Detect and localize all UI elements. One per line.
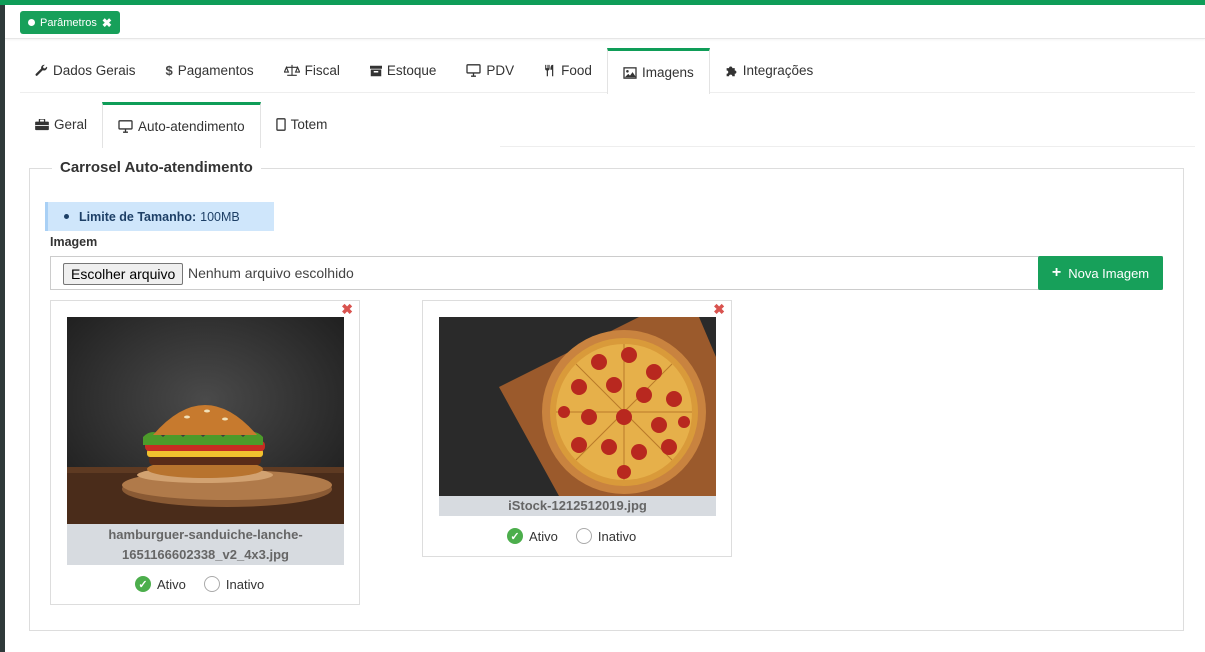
tab-label: Totem: [290, 117, 328, 132]
alert-value: 100MB: [200, 209, 240, 224]
image-icon: [623, 66, 637, 79]
status-dot-icon: [28, 19, 35, 26]
tab-pdv[interactable]: PDV: [451, 48, 529, 93]
radio-label-active: Ativo: [157, 576, 186, 592]
bullet-icon: [64, 214, 69, 219]
radio-unchecked-icon[interactable]: [575, 528, 592, 544]
plus-icon: +: [1051, 264, 1062, 281]
monitor-icon: [466, 64, 482, 77]
delete-icon[interactable]: ✖: [713, 301, 725, 318]
status-radio-group: ✓ Ativo Inativo: [135, 576, 264, 592]
image-caption: iStock-1212512019.jpg: [439, 496, 716, 516]
image-card: ✖ hamburguer-sanduiche-lanche-1651166602…: [50, 300, 360, 605]
radio-label-inactive: Inativo: [597, 528, 637, 544]
choose-file-button[interactable]: Escolher arquivo: [63, 263, 184, 285]
radio-label-inactive: Inativo: [225, 576, 265, 592]
delete-icon[interactable]: ✖: [341, 301, 353, 318]
tablet-icon: [275, 118, 286, 131]
tab-integracoes[interactable]: Integrações: [710, 48, 829, 93]
new-image-button[interactable]: + Nova Imagem: [1038, 256, 1163, 290]
close-icon[interactable]: ✖: [102, 16, 112, 30]
monitor-icon: [118, 120, 133, 133]
alert-label: Limite de Tamanho:: [79, 209, 197, 224]
tab-label: Integrações: [742, 63, 814, 78]
image-card: ✖ iStock-1212512019.jpg ✓ Ativo Inativo: [422, 300, 732, 557]
cutlery-icon: [545, 64, 554, 77]
briefcase-icon: [35, 118, 49, 130]
radio-checked-icon[interactable]: ✓: [507, 528, 523, 544]
open-pages-bar: Parâmetros ✖: [5, 5, 1205, 39]
tab-dados-gerais[interactable]: Dados Gerais: [20, 48, 151, 93]
tab-fiscal[interactable]: Fiscal: [269, 48, 355, 93]
tab-food[interactable]: Food: [529, 48, 607, 93]
tab-estoque[interactable]: Estoque: [355, 48, 452, 93]
tab-pagamentos[interactable]: $ Pagamentos: [151, 48, 269, 93]
page-pill-label: Parâmetros: [40, 16, 97, 29]
tab-label: PDV: [486, 63, 515, 78]
balance-icon: [283, 64, 300, 76]
radio-checked-icon[interactable]: ✓: [135, 576, 151, 592]
new-image-label: Nova Imagem: [1068, 265, 1150, 281]
tab-label: Fiscal: [304, 63, 340, 78]
wrench-icon: [35, 64, 48, 76]
section-title: Carrosel Auto-atendimento: [52, 159, 261, 176]
file-status-text: Nenhum arquivo escolhido: [188, 265, 354, 281]
tab-label: Estoque: [386, 63, 437, 78]
tab-imagens[interactable]: Imagens: [606, 48, 710, 94]
archive-icon: [369, 65, 382, 76]
burger-photo: [67, 317, 344, 524]
left-edge: [0, 5, 5, 652]
file-input-row: Escolher arquivo Nenhum arquivo escolhid…: [50, 256, 1163, 290]
image-field-label: Imagem: [50, 235, 98, 249]
tab-label: Food: [561, 63, 592, 78]
tab-geral[interactable]: Geral: [20, 102, 102, 147]
image-caption: hamburguer-sanduiche-lanche-165116660233…: [67, 524, 344, 565]
tab-label: Pagamentos: [177, 63, 254, 78]
tab-label: Imagens: [641, 65, 694, 80]
main-tabs: Dados Gerais $ Pagamentos Fiscal Estoque…: [20, 48, 1195, 94]
puzzle-icon: [726, 66, 737, 77]
pizza-photo: [439, 317, 716, 496]
page-pill-parametros[interactable]: Parâmetros ✖: [20, 11, 120, 34]
tab-totem[interactable]: Totem: [261, 102, 343, 147]
tab-auto-atendimento[interactable]: Auto-atendimento: [102, 102, 261, 148]
divider: [500, 146, 1195, 147]
sub-tabs: Geral Auto-atendimento Totem: [20, 102, 1195, 148]
radio-unchecked-icon[interactable]: [203, 576, 220, 592]
radio-label-active: Ativo: [529, 528, 558, 544]
dollar-icon: $: [165, 63, 173, 78]
tab-label: Dados Gerais: [53, 63, 136, 78]
tab-label: Geral: [54, 117, 88, 132]
size-limit-alert: Limite de Tamanho: 100MB: [45, 202, 274, 231]
tab-label: Auto-atendimento: [138, 119, 245, 134]
status-radio-group: ✓ Ativo Inativo: [507, 528, 636, 544]
